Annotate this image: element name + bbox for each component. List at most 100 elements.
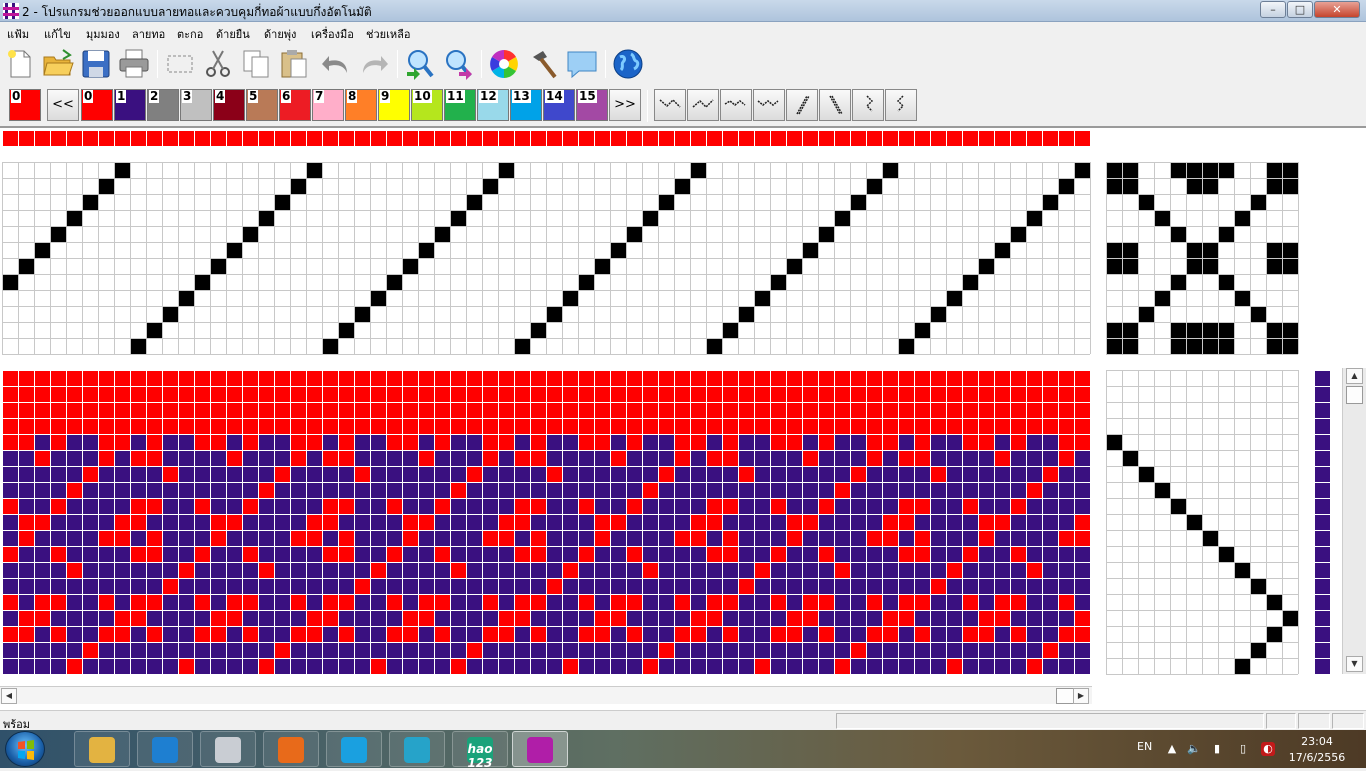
hammer-button[interactable] [527,47,561,81]
weave-tool-button[interactable] [786,89,818,121]
minimize-button[interactable]: – [1260,1,1286,18]
menu-edit[interactable]: แก้ไข [44,25,71,43]
menu-file[interactable]: แฟ้ม [7,25,29,43]
clock-date[interactable]: 17/6/2556 [1285,751,1349,764]
start-button[interactable] [5,731,45,767]
antivirus-icon[interactable]: ◐ [1261,742,1275,756]
weft-color-strip[interactable] [1314,370,1332,676]
taskbar-app-health-app[interactable] [389,731,445,767]
taskbar-app-weaving-app[interactable] [512,731,568,767]
zoom-in-button[interactable] [403,47,437,81]
hscroll-thumb[interactable] [1056,688,1074,704]
fabric-cell [498,514,514,530]
tieup-mark [1187,323,1202,338]
menu-warp[interactable]: ด้ายยืน [216,25,250,43]
palette-swatch[interactable]: 9 [378,89,410,121]
new-button[interactable] [3,47,37,81]
select-button[interactable] [163,47,197,81]
title-bar[interactable]: 2 - โปรแกรมช่วยออกแบบลายทอและควบคุมกี่ทอ… [0,0,1366,22]
palette-swatch[interactable]: 8 [345,89,377,121]
cut-button[interactable] [201,47,235,81]
scroll-thumb[interactable] [1346,386,1363,404]
palette-swatch[interactable]: 7 [312,89,344,121]
scroll-up-icon[interactable]: ▲ [1346,368,1363,384]
palette-swatch[interactable]: 10 [411,89,443,121]
palette-prev-button[interactable]: << [47,89,79,121]
status-panel [1266,713,1296,729]
weave-tool-button[interactable] [720,89,752,121]
fabric-cell [354,514,370,530]
menu-tools[interactable]: เครื่องมือ [311,25,354,43]
copy-button[interactable] [239,47,273,81]
tray-arrow-icon[interactable]: ▲ [1165,742,1179,756]
palette-swatch[interactable]: 4 [213,89,245,121]
horizontal-scrollbar[interactable]: ◀ ▶ [0,686,1092,704]
undo-button[interactable] [319,47,353,81]
clock-time[interactable]: 23:04 [1285,735,1349,748]
network-icon[interactable]: ▮ [1210,742,1224,756]
palette-swatch[interactable]: 15 [576,89,608,121]
battery-icon[interactable]: ▯ [1236,742,1250,756]
palette-next-button[interactable]: >> [609,89,641,121]
palette-swatch[interactable]: 3 [180,89,212,121]
palette-swatch[interactable]: 12 [477,89,509,121]
fabric-cell [1042,594,1058,610]
taskbar-app-firefox[interactable] [263,731,319,767]
palette-swatch[interactable]: 2 [147,89,179,121]
threading-mark [195,275,210,290]
palette-swatch[interactable]: 0 [81,89,113,121]
fabric-drawdown[interactable] [2,370,1092,676]
paste-button[interactable] [277,47,311,81]
palette-swatch[interactable]: 14 [543,89,575,121]
color-wheel-button[interactable] [487,47,521,81]
tieup-grid[interactable] [1106,162,1300,356]
scroll-down-icon[interactable]: ▼ [1346,656,1363,672]
palette-swatch[interactable]: 5 [246,89,278,121]
globe-button[interactable] [611,47,645,81]
palette-swatch[interactable]: 13 [510,89,542,121]
close-button[interactable]: ✕ [1314,1,1360,18]
language-indicator[interactable]: EN [1137,740,1152,753]
warp-color-strip[interactable] [2,130,1092,148]
palette-swatch[interactable]: 1 [114,89,146,121]
fabric-cell [626,562,642,578]
treadling-grid[interactable] [1106,370,1300,676]
print-button[interactable] [117,47,151,81]
menu-heddle[interactable]: ตะกอ [177,25,203,43]
current-color[interactable]: 0 [9,89,41,121]
volume-icon[interactable]: 🔈 [1187,742,1201,756]
fabric-cell [642,466,658,482]
scroll-left-icon[interactable]: ◀ [1,688,17,704]
redo-button[interactable] [357,47,391,81]
fabric-cell [1042,466,1058,482]
design-workspace[interactable] [0,126,1366,710]
fabric-cell [882,626,898,642]
menu-pattern[interactable]: ลายทอ [132,25,165,43]
weave-tool-button[interactable] [687,89,719,121]
weave-tool-button[interactable] [819,89,851,121]
taskbar-app-calculator[interactable] [200,731,256,767]
fabric-cell [466,578,482,594]
menu-help[interactable]: ช่วยเหลือ [366,25,410,43]
taskbar-app-hao123[interactable]: hao 123 [452,731,508,770]
comment-button[interactable] [565,47,599,81]
open-button[interactable] [41,47,75,81]
palette-swatch[interactable]: 6 [279,89,311,121]
weave-tool-button[interactable] [852,89,884,121]
fabric-cell [594,546,610,562]
maximize-button[interactable]: □ [1287,1,1313,18]
taskbar-app-explorer[interactable] [74,731,130,767]
taskbar-app-skype[interactable] [326,731,382,767]
threading-grid[interactable] [2,162,1092,356]
save-button[interactable] [79,47,113,81]
scroll-right-icon[interactable]: ▶ [1073,688,1089,704]
vertical-scrollbar[interactable]: ▲ ▼ [1342,368,1366,674]
taskbar-app-internet-explorer[interactable] [137,731,193,767]
palette-swatch[interactable]: 11 [444,89,476,121]
weave-tool-button[interactable] [654,89,686,121]
weave-tool-button[interactable] [753,89,785,121]
menu-weft[interactable]: ด้ายพุ่ง [264,25,296,43]
weave-tool-button[interactable] [885,89,917,121]
zoom-out-button[interactable] [441,47,475,81]
menu-view[interactable]: มุมมอง [86,25,120,43]
